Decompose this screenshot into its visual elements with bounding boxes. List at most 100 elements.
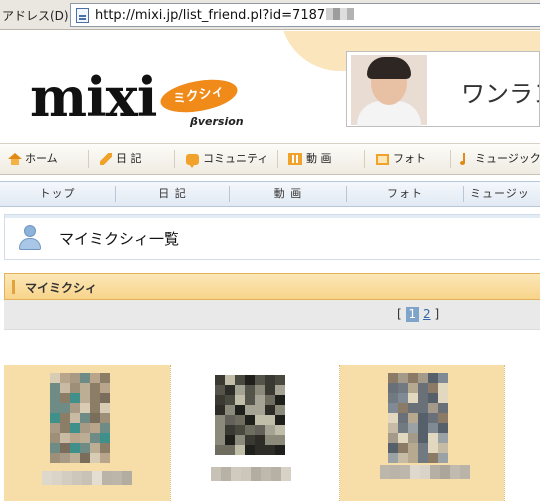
mosaic-block	[80, 423, 90, 433]
nav-label: 動 画	[306, 152, 332, 165]
subnav-diary[interactable]: 日 記	[116, 182, 229, 206]
mosaic-block	[90, 443, 100, 453]
mosaic-block	[70, 413, 80, 423]
mosaic-block	[70, 423, 80, 433]
mixi-logo[interactable]: mixi	[30, 69, 157, 125]
mosaic-block	[408, 443, 418, 453]
mosaic-block	[438, 423, 448, 433]
mosaic-block	[80, 403, 90, 413]
mosaic-block	[80, 443, 90, 453]
beta-version-label: βversion	[190, 115, 244, 128]
mosaic-block	[281, 467, 291, 481]
mosaic-block	[245, 375, 255, 385]
mosaic-block	[428, 413, 438, 423]
friend-name-mosaic[interactable]	[42, 471, 132, 485]
mosaic-block	[428, 423, 438, 433]
mosaic-block	[80, 393, 90, 403]
mosaic-block	[275, 405, 285, 415]
mosaic-block	[428, 403, 438, 413]
mosaic-block	[408, 453, 418, 463]
mosaic-block	[428, 453, 438, 463]
friend-cell[interactable]	[171, 365, 339, 501]
subnav-photo[interactable]: フォト	[347, 182, 463, 206]
friend-photo[interactable]	[388, 373, 448, 463]
subnav-music[interactable]: ミュージッ	[470, 182, 540, 206]
nav-home[interactable]: ホーム	[8, 144, 58, 174]
mosaic-block	[275, 375, 285, 385]
mosaic-block	[215, 445, 225, 455]
nav-diary[interactable]: 日 記	[100, 144, 142, 174]
browser-address-bar: アドレス(D) http://mixi.jp/list_friend.pl?id…	[0, 0, 540, 30]
page-icon	[76, 8, 89, 23]
mosaic-block	[60, 393, 70, 403]
mosaic-block	[82, 471, 92, 485]
person-icon-body	[19, 238, 41, 250]
mosaic-block	[275, 425, 285, 435]
mosaic-block	[418, 423, 428, 433]
nav-divider	[450, 150, 451, 168]
mosaic-block	[398, 393, 408, 403]
mosaic-block	[245, 405, 255, 415]
mosaic-block	[90, 383, 100, 393]
friend-name-mosaic[interactable]	[380, 465, 470, 479]
subnav-video[interactable]: 動 画	[230, 182, 346, 206]
mosaic-block	[438, 393, 448, 403]
mosaic-block	[255, 395, 265, 405]
nav-music[interactable]: ミュージック	[460, 144, 540, 174]
pager-row: [ 1 2 ]	[4, 300, 540, 330]
mosaic-block	[460, 465, 470, 479]
mosaic-block	[418, 443, 428, 453]
mosaic-block	[265, 445, 275, 455]
subnav-top[interactable]: トップ	[0, 182, 115, 206]
mosaic-block	[50, 433, 60, 443]
nav-community[interactable]: コミュニティ	[186, 144, 268, 174]
mosaic-block	[225, 425, 235, 435]
pager-page-link[interactable]: 2	[423, 307, 431, 321]
mosaic-block	[215, 405, 225, 415]
subnav-divider	[463, 186, 464, 202]
url-input[interactable]: http://mixi.jp/list_friend.pl?id=7187	[70, 3, 540, 27]
nav-label: ホーム	[25, 152, 58, 165]
mosaic-block	[70, 443, 80, 453]
friend-name-mosaic[interactable]	[211, 467, 291, 481]
mosaic-block	[72, 471, 82, 485]
person-icon-head	[24, 225, 36, 237]
nav-photo[interactable]: フォト	[376, 144, 426, 174]
mosaic-block	[235, 405, 245, 415]
mosaic-block	[408, 413, 418, 423]
friend-photo[interactable]	[50, 373, 110, 463]
mosaic-block	[418, 383, 428, 393]
mosaic-block	[390, 465, 400, 479]
friend-cell[interactable]	[4, 365, 170, 501]
mosaic-block	[255, 435, 265, 445]
mosaic-block	[265, 415, 275, 425]
mosaic-block	[398, 413, 408, 423]
mosaic-block	[388, 383, 398, 393]
mosaic-block	[231, 467, 241, 481]
mosaic-block	[438, 443, 448, 453]
url-redaction-mosaic	[326, 8, 355, 20]
nav-video[interactable]: 動 画	[288, 144, 332, 174]
ad-banner[interactable]: ワンラン	[346, 51, 540, 127]
pager-current-page: 1	[405, 307, 420, 322]
global-nav: ホーム 日 記 コミュニティ 動 画 フォト ミュージック	[0, 143, 540, 175]
mosaic-block	[235, 445, 245, 455]
mosaic-block	[388, 453, 398, 463]
pencil-icon	[100, 153, 112, 165]
mosaic-block	[245, 385, 255, 395]
film-icon	[288, 153, 302, 165]
mosaic-block	[408, 433, 418, 443]
mosaic-block	[215, 435, 225, 445]
friend-cell[interactable]	[340, 365, 504, 501]
nav-label: コミュニティ	[203, 152, 269, 165]
mosaic-block	[398, 383, 408, 393]
friend-photo[interactable]	[215, 375, 285, 455]
friend-grid	[4, 365, 540, 501]
mosaic-block	[100, 423, 110, 433]
mosaic-block	[398, 433, 408, 443]
mosaic-block	[428, 373, 438, 383]
mosaic-block	[42, 471, 52, 485]
mosaic-block	[235, 415, 245, 425]
mosaic-block	[112, 471, 122, 485]
banner-person-hair	[367, 57, 411, 79]
